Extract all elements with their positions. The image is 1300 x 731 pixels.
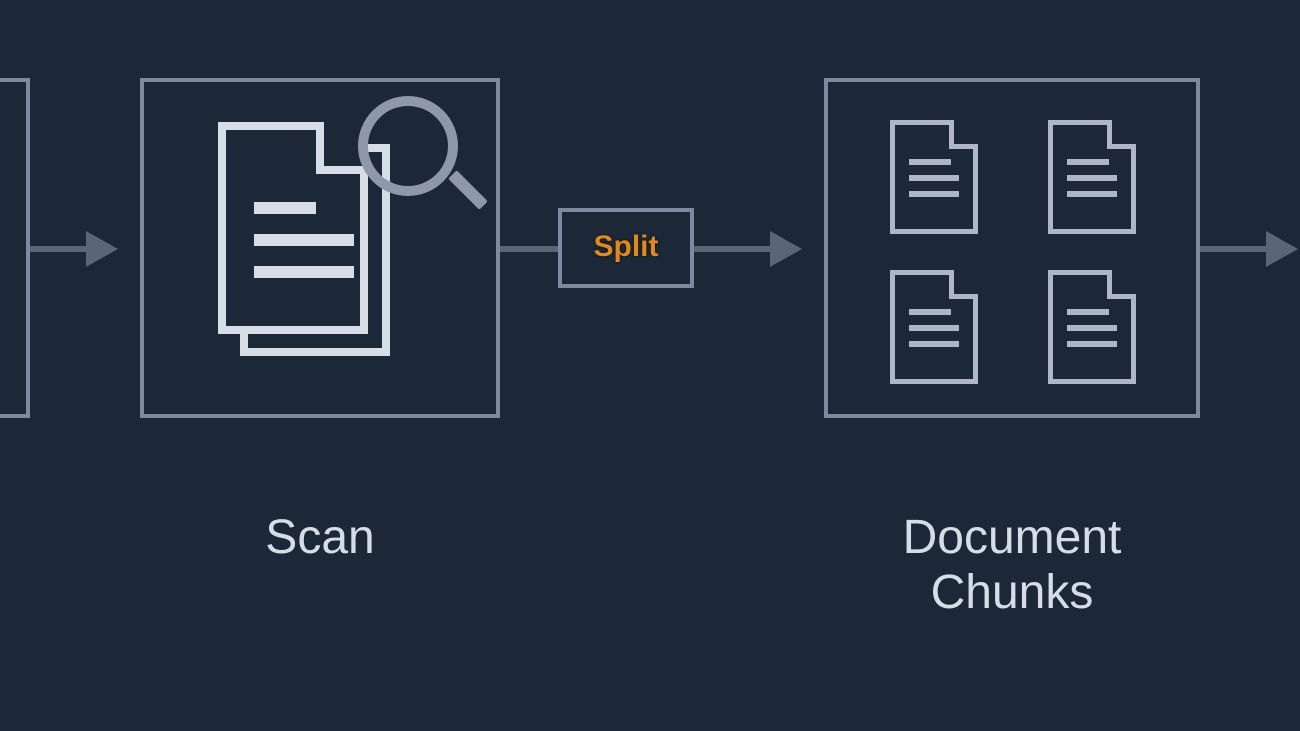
arrow-head-3: [770, 231, 802, 267]
arrow-head-1: [86, 231, 118, 267]
chunk-doc-icon: [890, 120, 978, 234]
arrow-input-to-scan: [30, 246, 90, 252]
diagram-canvas: Scan Split Document Chunks: [0, 0, 1300, 731]
input-node: [0, 78, 30, 418]
chunk-doc-icon: [890, 270, 978, 384]
magnifying-glass-icon: [358, 96, 458, 196]
arrow-scan-to-split: [500, 246, 558, 252]
arrow-split-to-chunks: [694, 246, 774, 252]
scan-label: Scan: [140, 510, 500, 565]
chunk-doc-icon: [1048, 120, 1136, 234]
document-front-icon: [218, 122, 368, 334]
arrow-head-4: [1266, 231, 1298, 267]
arrow-chunks-out: [1200, 246, 1270, 252]
chunks-node: [824, 78, 1200, 418]
chunk-doc-icon: [1048, 270, 1136, 384]
scan-node: [140, 78, 500, 418]
split-label: Split: [576, 230, 676, 264]
chunks-label: Document Chunks: [832, 510, 1192, 620]
